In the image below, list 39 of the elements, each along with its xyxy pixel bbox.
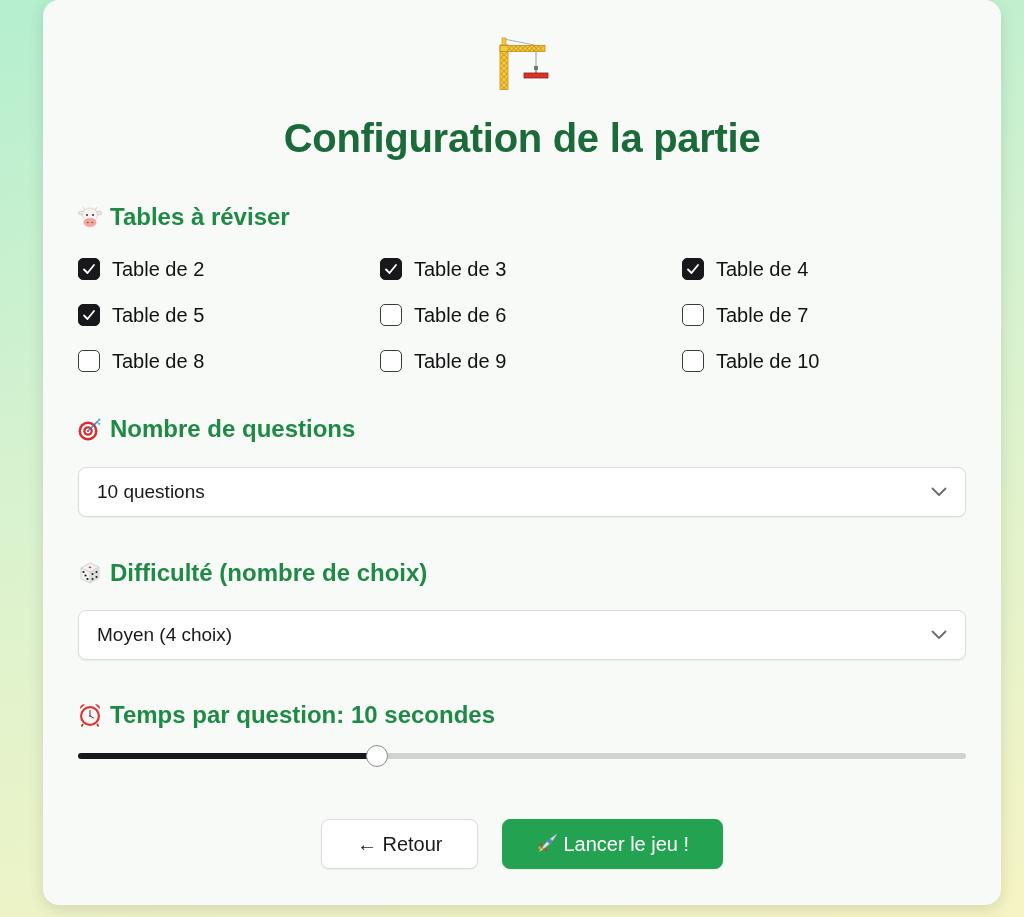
checkbox-label[interactable]: Table de 8 [112,349,205,373]
questions-select[interactable]: 10 questions [78,467,966,517]
checkbox-label[interactable]: Table de 10 [716,349,820,373]
chevron-down-icon [931,487,947,497]
checkbox[interactable] [78,304,100,326]
checkbox-label[interactable]: Table de 7 [716,303,809,327]
target-icon [78,417,102,441]
section-heading: Temps par question: 10 secondes [110,700,495,730]
checkmark-icon [82,308,96,322]
page-title: Configuration de la partie [282,115,762,162]
checkbox[interactable] [682,350,704,372]
section-heading: Nombre de questions [110,414,356,444]
dice-icon [78,561,102,585]
checkbox-label[interactable]: Table de 6 [414,303,507,327]
checkbox-label[interactable]: Table de 4 [716,257,809,281]
rocket-icon [536,833,559,855]
checkbox[interactable] [380,304,402,326]
cow-icon [78,205,102,229]
slider-track[interactable] [78,745,966,767]
section-heading: Difficulté (nombre de choix) [110,558,428,588]
checkbox[interactable] [380,258,402,280]
checkmark-icon [686,262,700,276]
checkbox-label[interactable]: Table de 3 [414,257,507,281]
checkbox-label[interactable]: Table de 2 [112,257,205,281]
checkbox[interactable] [682,258,704,280]
slider-thumb[interactable] [366,745,389,767]
checkmark-icon [82,262,96,276]
checkbox[interactable] [380,350,402,372]
checkmark-icon [384,262,398,276]
alarm-clock-icon [78,703,102,727]
section-heading: Tables à réviser [110,202,290,232]
checkbox-label[interactable]: Table de 9 [414,349,507,373]
difficulty-select[interactable]: Moyen (4 choix) [78,610,966,660]
checkbox[interactable] [78,258,100,280]
back-button[interactable]: ← Retour [320,819,479,869]
checkbox[interactable] [78,350,100,372]
checkbox-label[interactable]: Table de 5 [112,303,205,327]
chevron-down-icon [931,630,947,640]
checkbox[interactable] [682,304,704,326]
